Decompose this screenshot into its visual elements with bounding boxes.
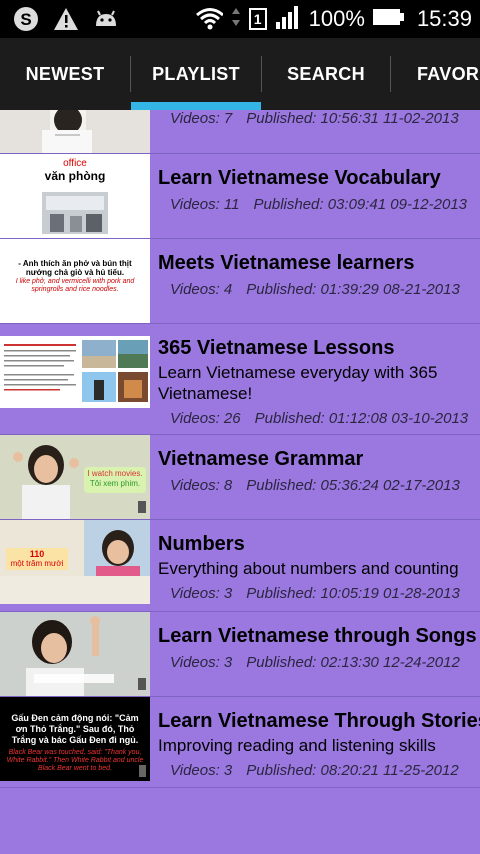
tab-playlist[interactable]: PLAYLIST xyxy=(131,38,261,110)
video-count: Videos: 11 xyxy=(170,196,240,213)
video-count: Videos: 4 xyxy=(170,281,233,298)
playlist-thumbnail: 110 một trăm mười xyxy=(0,520,150,604)
android-debug-icon xyxy=(92,5,120,33)
playlist-description: Improving reading and listening skills xyxy=(158,736,436,755)
clock: 15:39 xyxy=(416,6,472,31)
playlist-description: Everything about numbers and counting xyxy=(158,559,459,578)
tab-search[interactable]: SEARCH xyxy=(262,38,390,110)
playlist-title: 365 Vietnamese Lessons xyxy=(158,337,395,359)
playlist-thumbnail: office văn phòng xyxy=(0,154,150,238)
thumb-caption: 110 xyxy=(29,549,45,559)
video-count: Videos: 8 xyxy=(170,477,233,494)
thumb-caption: Black Bear was touched, said: "Thank you… xyxy=(6,749,144,772)
list-item[interactable]: I watch movies. Tôi xem phim. Vietnamese… xyxy=(0,435,480,520)
skype-icon: S xyxy=(12,5,40,33)
watermark-icon xyxy=(139,765,146,777)
video-count: Videos: 3 xyxy=(170,654,233,671)
list-item[interactable]: 365 Vietnamese Lessons Learn Vietnamese … xyxy=(0,324,480,435)
list-item[interactable]: Gấu Đen cảm động nói: "Cảm ơn Thỏ Trắng.… xyxy=(0,697,480,788)
signal-icon xyxy=(275,4,301,35)
playlist-thumbnail xyxy=(0,612,150,696)
list-item[interactable]: office văn phòng Learn Vietnamese Vocabu… xyxy=(0,154,480,239)
list-item[interactable]: 110 một trăm mười Numbers Everything abo… xyxy=(0,520,480,612)
thumb-caption: I watch movies. xyxy=(87,469,143,478)
playlist-title: Learn Vietnamese Through Stories xyxy=(158,710,480,732)
published-date: Published: 03:09:41 09-12-2013 xyxy=(253,196,468,213)
battery-icon xyxy=(372,6,405,33)
warning-icon xyxy=(52,5,80,33)
playlist-thumbnail: Gấu Đen cảm động nói: "Cảm ơn Thỏ Trắng.… xyxy=(0,697,150,781)
playlist-list: Videos: 7 Published: 10:56:31 11-02-2013 … xyxy=(0,110,480,788)
playlist-title: Meets Vietnamese learners xyxy=(158,252,415,274)
published-date: Published: 01:12:08 03-10-2013 xyxy=(254,410,469,427)
thumb-caption: Tôi xem phim. xyxy=(89,479,141,488)
playlist-title: Learn Vietnamese through Songs xyxy=(158,625,477,647)
sim-icon: 1 xyxy=(248,8,267,30)
status-bar: S 1 100% 15:39 xyxy=(0,0,480,38)
playlist-thumbnail: - Anh thích ăn phở và bún thịt nướng chả… xyxy=(0,239,150,323)
playlist-title: Numbers xyxy=(158,533,245,555)
playlist-title: Learn Vietnamese Vocabulary xyxy=(158,167,441,189)
thumb-caption: I like phở, and vermicelli with pork and… xyxy=(15,278,135,293)
thumb-caption: văn phòng xyxy=(44,169,106,183)
tab-newest[interactable]: NEWEST xyxy=(0,38,130,110)
tab-bar: NEWEST PLAYLIST SEARCH FAVORIT xyxy=(0,38,480,110)
svg-text:S: S xyxy=(20,10,31,29)
video-count: Videos: 3 xyxy=(170,762,233,779)
published-date: Published: 01:39:29 08-21-2013 xyxy=(246,281,460,298)
playlist-thumbnail xyxy=(0,110,150,153)
published-date: Published: 02:13:30 12-24-2012 xyxy=(246,654,460,671)
published-date: Published: 10:56:31 11-02-2013 xyxy=(246,110,459,127)
tab-favorites[interactable]: FAVORIT xyxy=(391,38,480,110)
list-item[interactable]: - Anh thích ăn phở và bún thịt nướng chả… xyxy=(0,239,480,324)
thumb-caption: - Anh thích ăn phở và bún thịt nướng chả… xyxy=(18,259,132,277)
active-tab-indicator xyxy=(131,102,261,110)
playlist-description: Learn Vietnamese everyday with 365 Vietn… xyxy=(158,363,438,403)
list-item[interactable]: Learn Vietnamese through Songs Videos: 3… xyxy=(0,612,480,697)
playlist-thumbnail xyxy=(0,336,150,408)
thumb-caption: một trăm mười xyxy=(10,559,64,568)
list-item[interactable]: Videos: 7 Published: 10:56:31 11-02-2013 xyxy=(0,110,480,154)
thumb-caption: Gấu Đen cảm động nói: "Cảm ơn Thỏ Trắng.… xyxy=(11,713,139,745)
playlist-title: Vietnamese Grammar xyxy=(158,448,364,470)
wifi-icon xyxy=(195,5,223,33)
video-count: Videos: 7 xyxy=(170,110,233,127)
data-arrows-icon xyxy=(231,4,241,35)
thumb-caption: office xyxy=(63,158,87,169)
battery-percent: 100% xyxy=(308,6,365,31)
published-date: Published: 05:36:24 02-17-2013 xyxy=(246,477,460,494)
published-date: Published: 08:20:21 11-25-2012 xyxy=(246,762,459,779)
video-count: Videos: 26 xyxy=(170,410,241,427)
playlist-thumbnail: I watch movies. Tôi xem phim. xyxy=(0,435,150,519)
published-date: Published: 10:05:19 01-28-2013 xyxy=(246,585,460,602)
video-count: Videos: 3 xyxy=(170,585,233,602)
